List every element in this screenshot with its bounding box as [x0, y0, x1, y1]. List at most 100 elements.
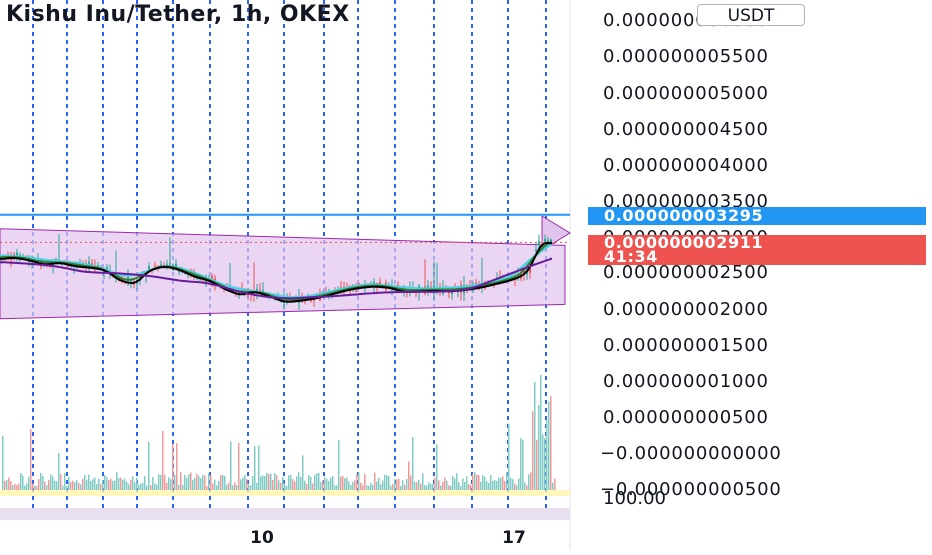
volume-bar	[218, 481, 220, 490]
volume-bar	[274, 473, 276, 490]
volume-bar	[368, 485, 370, 490]
volume-bar	[184, 474, 186, 490]
candle-body	[154, 265, 156, 267]
volume-bar	[384, 474, 386, 490]
volume-bar	[150, 485, 152, 490]
volume-bar	[314, 474, 316, 490]
volume-bar	[118, 477, 120, 490]
volume-bar	[432, 484, 434, 490]
volume-bar	[178, 484, 180, 490]
volume-bar	[480, 481, 482, 490]
volume-bar	[250, 485, 252, 490]
volume-bar	[282, 476, 284, 490]
volume-bar	[542, 434, 544, 490]
volume-bar	[264, 475, 266, 490]
volume-bar	[244, 474, 246, 490]
volume-bar	[490, 475, 492, 490]
volume-bar	[100, 484, 102, 490]
volume-bar	[548, 401, 550, 490]
volume-bar	[362, 485, 364, 490]
volume-bar	[246, 479, 248, 490]
volume-bar	[204, 475, 206, 490]
volume-bar	[148, 442, 150, 490]
candle-body	[355, 290, 357, 292]
volume-bar	[170, 478, 172, 490]
volume-bar	[422, 473, 424, 490]
volume-bar	[56, 481, 58, 490]
volume-bar	[84, 474, 86, 490]
volume-bar	[134, 482, 136, 490]
volume-bar	[268, 474, 270, 490]
volume-bar	[68, 476, 70, 490]
chart-container[interactable]: 0.000000006000 0.000000005500 0.0000000050…	[0, 0, 932, 550]
currency-selector-button[interactable]: USDT	[697, 4, 805, 26]
volume-bar	[442, 481, 444, 490]
volume-bar	[382, 480, 384, 490]
volume-bar	[452, 476, 454, 490]
volume-bar	[416, 482, 418, 490]
volume-bar	[186, 477, 188, 490]
volume-bar	[36, 485, 38, 490]
volume-bar	[474, 472, 476, 490]
volume-bar	[464, 481, 466, 490]
volume-bar	[166, 483, 168, 490]
candle-body	[544, 239, 546, 242]
volume-bar	[280, 482, 282, 490]
volume-bar	[394, 479, 396, 490]
volume-bar	[20, 472, 22, 490]
volume-bar	[130, 479, 132, 490]
volume-bar	[128, 484, 130, 490]
candle-body	[148, 266, 150, 270]
volume-bar	[498, 477, 500, 490]
volume-bar	[318, 473, 320, 490]
volume-bar	[310, 476, 312, 490]
lower-pane-band	[0, 508, 570, 520]
candlestick-chart[interactable]: 0.0000000060000.0000000055000.0000000050…	[0, 0, 932, 550]
volume-bar	[258, 445, 260, 490]
volume-bar	[162, 430, 164, 490]
volume-bar	[252, 475, 254, 490]
volume-bar	[158, 474, 160, 490]
candle-body	[259, 289, 261, 291]
volume-bar	[352, 481, 354, 490]
volume-bar	[372, 485, 374, 490]
volume-bar	[346, 477, 348, 490]
volume-bar	[190, 472, 192, 490]
volume-bar	[238, 442, 240, 490]
volume-bar	[334, 485, 336, 490]
candle-body	[160, 264, 162, 266]
volume-bar	[6, 480, 8, 490]
volume-bar	[110, 478, 112, 490]
volume-bar	[518, 478, 520, 490]
volume-bar	[104, 475, 106, 490]
volume-bar	[156, 484, 158, 490]
volume-bar	[234, 482, 236, 490]
y-axis-tick-label: 0.000000004500	[603, 119, 769, 140]
volume-bar	[300, 476, 302, 490]
volume-bar	[42, 475, 44, 490]
y-axis-tick-label: 0.000000004000	[603, 155, 769, 176]
volume-bar	[212, 483, 214, 490]
volume-bar	[414, 481, 416, 490]
volume-bar	[144, 476, 146, 490]
volume-bar	[276, 475, 278, 490]
level-price-tag: 0.000000003295	[588, 207, 926, 225]
volume-bar	[302, 455, 304, 490]
volume-bar	[408, 461, 410, 490]
volume-bar	[424, 485, 426, 490]
candle-body	[553, 242, 555, 244]
volume-bar	[82, 478, 84, 490]
volume-bar	[266, 472, 268, 490]
volume-bar	[510, 477, 512, 490]
volume-bar	[326, 478, 328, 490]
volume-bar	[240, 479, 242, 490]
volume-bar	[458, 482, 460, 490]
volume-bar	[152, 477, 154, 490]
volume-bar	[248, 484, 250, 490]
volume-bar	[24, 485, 26, 490]
y-axis-tick-label: 0.000000002000	[603, 299, 769, 320]
candle-body	[427, 285, 429, 288]
volume-bar	[72, 480, 74, 490]
volume-bar	[114, 480, 116, 490]
volume-bar	[96, 483, 98, 490]
